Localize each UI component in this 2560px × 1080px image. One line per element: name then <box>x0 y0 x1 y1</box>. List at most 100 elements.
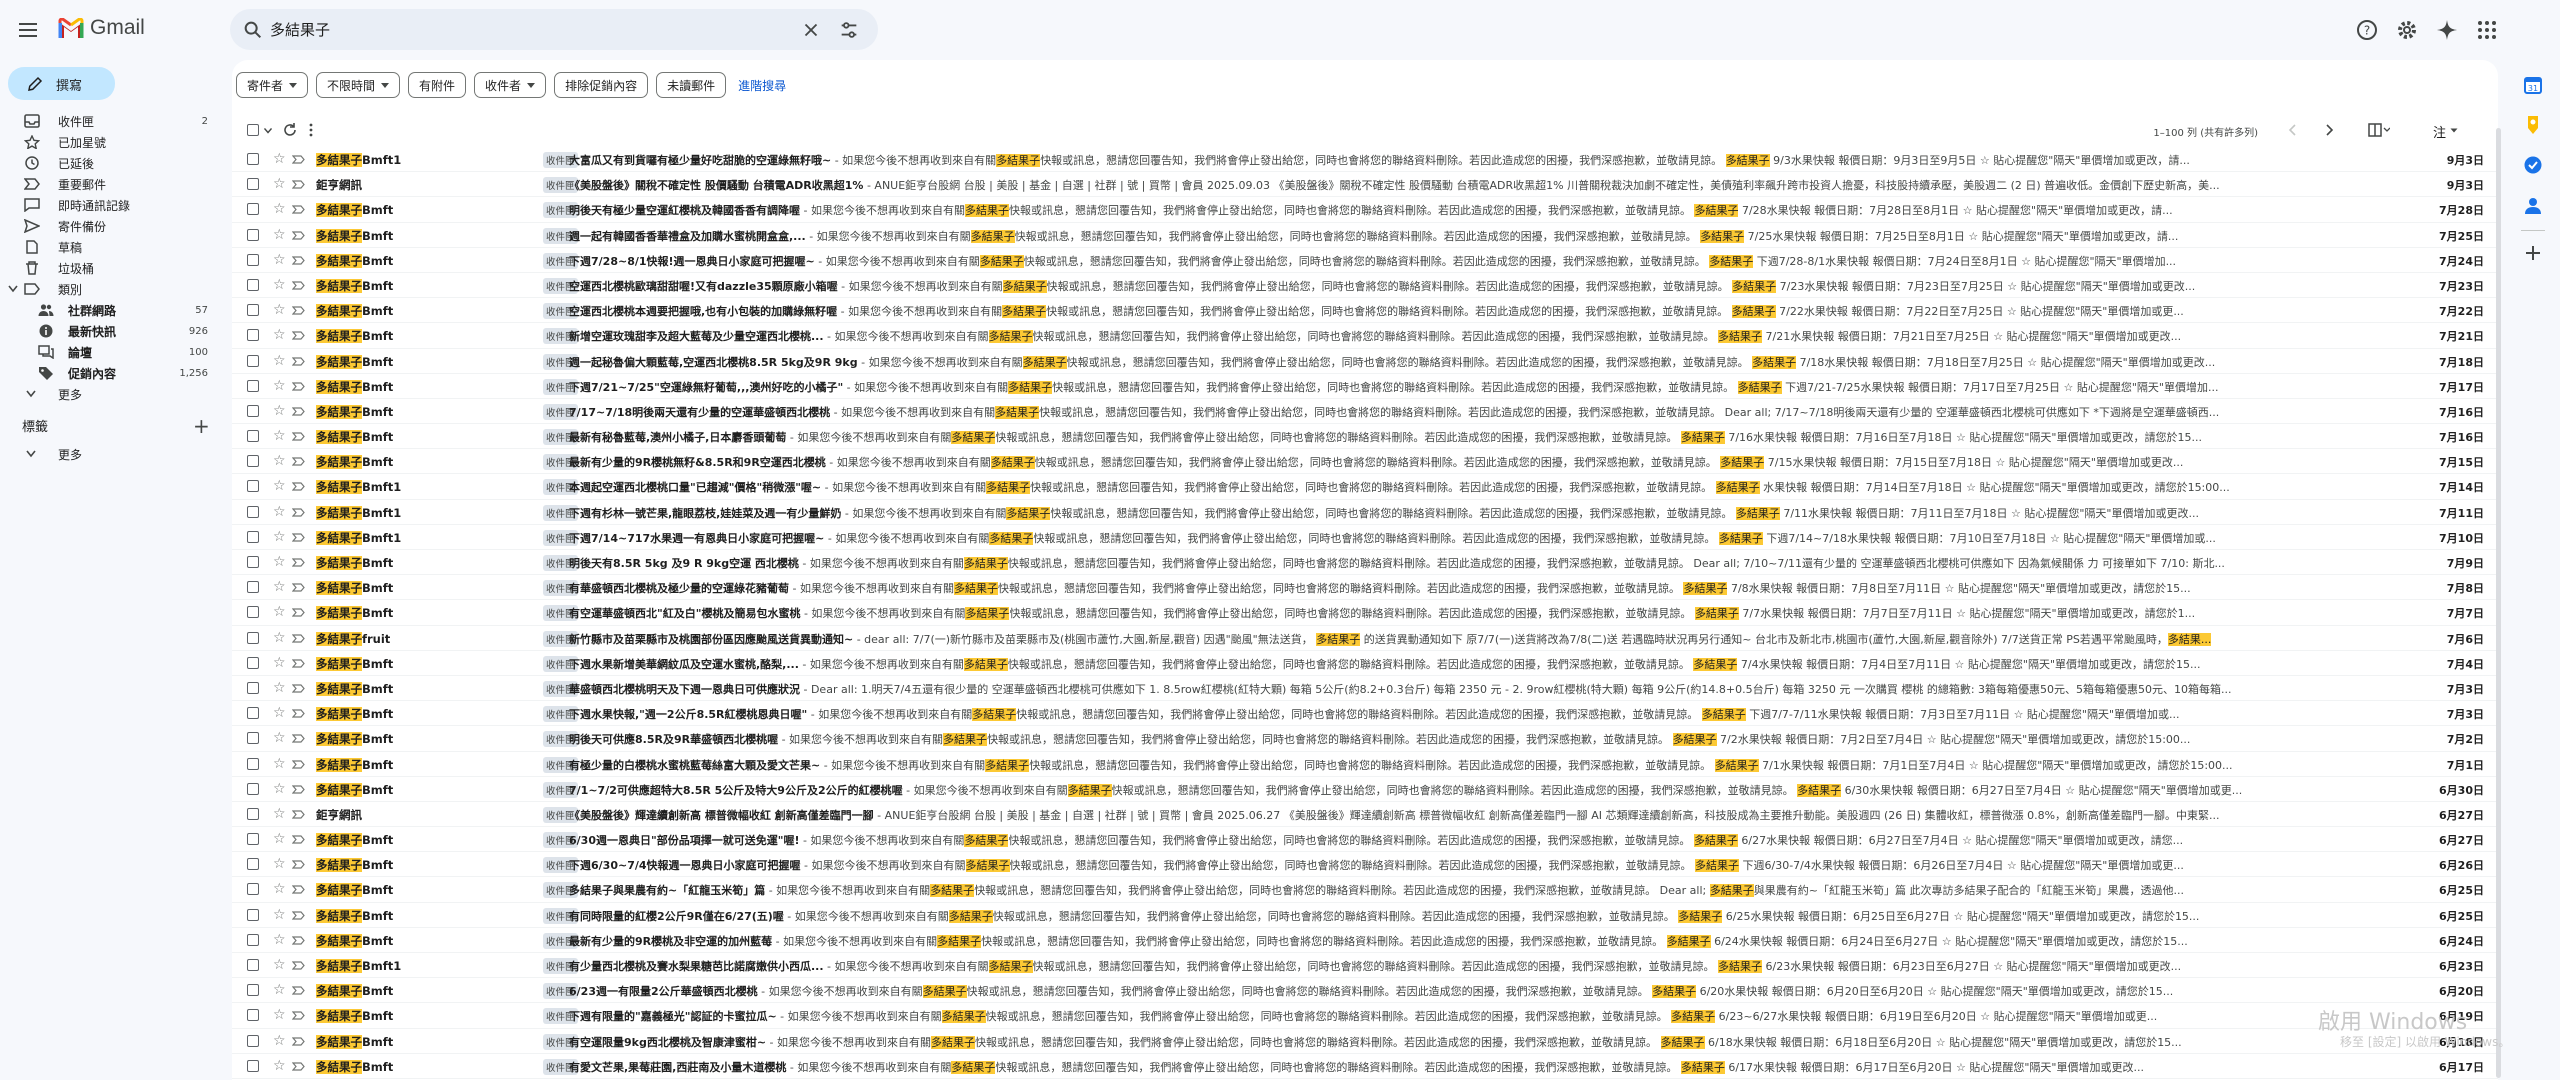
important-marker-icon[interactable] <box>292 860 305 869</box>
important-marker-icon[interactable] <box>292 1036 305 1046</box>
star-icon[interactable]: ☆ <box>273 855 286 873</box>
star-icon[interactable]: ☆ <box>273 956 286 974</box>
important-marker-icon[interactable] <box>292 659 305 668</box>
table-row[interactable]: ☆ 多結果子Bmft 收件匣 華盛頓西北櫻桃明天及下週一恩典日可供應狀況 - Dear… <box>232 676 2498 702</box>
star-icon[interactable]: ☆ <box>273 251 286 269</box>
important-marker-icon[interactable] <box>292 684 305 693</box>
star-icon[interactable]: ☆ <box>273 654 286 672</box>
star-icon[interactable]: ☆ <box>273 1032 286 1050</box>
row-checkbox[interactable] <box>247 480 259 493</box>
row-checkbox[interactable] <box>247 556 259 568</box>
star-icon[interactable]: ☆ <box>273 679 286 697</box>
star-icon[interactable]: ☆ <box>273 352 286 370</box>
chip-any-time[interactable]: 不限時間 <box>316 72 401 98</box>
calendar-icon[interactable]: 31 <box>2523 75 2543 95</box>
important-marker-icon[interactable] <box>292 583 305 592</box>
star-icon[interactable]: ☆ <box>273 1006 286 1024</box>
table-row[interactable]: ☆ 多結果子Bmft 收件匣 有空運華盛頓西北"紅及白"櫻桃及簡易包水蜜桃 - 如果您… <box>232 600 2498 626</box>
table-row[interactable]: ☆ 多結果子Bmft1 收件匣 下週有杉林一號芒果,龍眼荔枝,娃娃菜及週一有少量鮮奶 … <box>232 500 2498 525</box>
sidebar-item-snoozed[interactable]: 已延後 <box>0 153 224 173</box>
star-icon[interactable]: ☆ <box>273 528 286 546</box>
apps-grid-icon[interactable] <box>2475 16 2499 44</box>
table-row[interactable]: ☆ 多結果子Bmft 收件匣 空運西北櫻桃歐璃甜甜喔!又有dazzle35顆原廠小箱喔… <box>232 273 2498 299</box>
table-row[interactable]: ☆ 多結果子Bmft1 收件匣 本週起空運西北櫻桃口量"已趨減"價格"稍微漲"喔~ -… <box>232 474 2498 500</box>
row-checkbox[interactable] <box>247 354 259 367</box>
table-row[interactable]: ☆ 多結果子Bmft 收件匣 下週7/28~8/1快報!週一恩典日小家庭可把握喔~ -… <box>232 248 2498 273</box>
row-checkbox[interactable] <box>247 203 259 216</box>
tasks-icon[interactable] <box>2523 155 2543 175</box>
sidebar-item-categories[interactable]: 類別 <box>0 279 224 299</box>
important-marker-icon[interactable] <box>292 633 305 643</box>
sidebar-item-drafts[interactable]: 草稿 <box>0 237 224 257</box>
help-icon[interactable]: ? <box>2355 16 2379 44</box>
important-marker-icon[interactable] <box>292 382 305 391</box>
table-row[interactable]: ☆ 多結果子fruit 收件匣 新竹縣市及苗栗縣市及桃園部份區因應颱風送貨異動通知~ … <box>232 626 2498 651</box>
table-row[interactable]: ☆ 多結果子Bmft 收件匣 週一起秘魯偏大顆藍莓,空運西北櫻桃8.5R 5kg及9R… <box>232 349 2498 374</box>
table-row[interactable]: ☆ 鉅亨網訊 收件匣 《美股盤後》輝達續創新高 標普微幅收紅 創新高僅差臨門一腳 - … <box>232 802 2498 828</box>
chevron-left-icon[interactable] <box>2288 124 2298 136</box>
important-marker-icon[interactable] <box>292 256 305 265</box>
important-marker-icon[interactable] <box>292 306 305 315</box>
table-row[interactable]: ☆ 多結果子Bmft 收件匣 下週6/30~7/4快報週一恩典日小家庭可把握喔 - 如… <box>232 852 2498 878</box>
row-checkbox[interactable] <box>247 933 259 946</box>
table-row[interactable]: ☆ 多結果子Bmft 收件匣 週一起有韓國香香華禮盒及加購水蜜桃開盒盒,... - 如… <box>232 223 2498 248</box>
table-row[interactable]: ☆ 多結果子Bmft 收件匣 下週水果新增美華網紋瓜及空運水蜜桃,酪梨,... - 如… <box>232 651 2498 676</box>
search-input[interactable] <box>270 20 770 38</box>
table-row[interactable]: ☆ 多結果子Bmft 收件匣 最新有秘魯藍莓,澳州小橘子,日本麝香頭葡萄 - 如果您今… <box>232 424 2498 450</box>
important-marker-icon[interactable] <box>292 1062 305 1071</box>
chip-from[interactable]: 寄件者 <box>236 72 309 98</box>
sidebar-item-forums[interactable]: 論壇 100 <box>0 342 224 362</box>
star-icon[interactable]: ☆ <box>273 981 286 999</box>
important-marker-icon[interactable] <box>292 936 305 945</box>
keep-icon[interactable] <box>2523 115 2543 135</box>
star-icon[interactable]: ☆ <box>273 830 286 848</box>
sidebar-item-inbox[interactable]: 收件匣 2 <box>0 111 224 131</box>
table-row[interactable]: ☆ 多結果子Bmft 收件匣 有極少量的白櫻桃水蜜桃藍莓絲富大顆及愛文芒果~ - 如果… <box>232 752 2498 777</box>
row-checkbox[interactable] <box>247 681 259 694</box>
row-checkbox[interactable] <box>247 153 259 165</box>
important-marker-icon[interactable] <box>292 482 305 492</box>
row-checkbox[interactable] <box>247 656 259 669</box>
important-marker-icon[interactable] <box>292 508 305 517</box>
row-checkbox[interactable] <box>247 253 259 266</box>
table-row[interactable]: ☆ 多結果子Bmft 收件匣 明後天有極少量空運紅櫻桃及韓國香香有調降喔 - 如果您今… <box>232 197 2498 223</box>
chevron-down-icon[interactable] <box>2450 128 2458 134</box>
important-marker-icon[interactable] <box>292 230 305 240</box>
search-options-icon[interactable] <box>838 19 860 41</box>
important-marker-icon[interactable] <box>292 986 305 995</box>
important-marker-icon[interactable] <box>292 835 305 844</box>
chip-exclude-promotions[interactable]: 排除促銷內容 <box>554 72 649 98</box>
chevron-right-icon[interactable] <box>2324 124 2334 136</box>
chip-has-attachment[interactable]: 有附件 <box>408 72 467 98</box>
sidebar-item-promotions[interactable]: 促銷內容 1,256 <box>0 363 224 383</box>
important-marker-icon[interactable] <box>292 961 305 970</box>
row-checkbox[interactable] <box>247 178 259 191</box>
table-row[interactable]: ☆ 多結果子Bmft 收件匣 下週7/21~7/25"空運綠無籽葡萄,,,澳州好吃的小… <box>232 374 2498 399</box>
select-all-checkbox[interactable] <box>247 124 259 136</box>
star-icon[interactable]: ☆ <box>273 931 286 949</box>
row-checkbox[interactable] <box>247 304 259 317</box>
table-row[interactable]: ☆ 多結果子Bmft 收件匣 6/23週一有限量2公斤華盛頓西北櫻桃 - 如果您今後不… <box>232 978 2498 1004</box>
table-row[interactable]: ☆ 多結果子Bmft 收件匣 下週有限量的"嘉義極光"認証的卡蜜拉瓜~ - 如果您今後… <box>232 1003 2498 1029</box>
important-marker-icon[interactable] <box>292 734 305 743</box>
table-row[interactable]: ☆ 多結果子Bmft 收件匣 6/30週一恩典日"部份品項擇一就可送免運"喔! - 如… <box>232 827 2498 853</box>
table-row[interactable]: ☆ 多結果子Bmft 收件匣 有空運限量9kg西北櫻桃及智康津蜜柑~ - 如果您今後不… <box>232 1029 2498 1054</box>
important-marker-icon[interactable] <box>292 331 305 340</box>
chevron-down-icon[interactable] <box>264 128 272 134</box>
important-marker-icon[interactable] <box>292 356 305 366</box>
row-checkbox[interactable] <box>247 379 259 392</box>
row-checkbox[interactable] <box>247 908 259 921</box>
important-marker-icon[interactable] <box>292 608 305 617</box>
clear-search-icon[interactable] <box>800 19 822 41</box>
settings-gear-icon[interactable] <box>2395 16 2419 44</box>
important-marker-icon[interactable] <box>292 885 305 895</box>
table-row[interactable]: ☆ 多結果子Bmft1 收件匣 下週7/14~717水果週一有恩典日小家庭可把握喔~ … <box>232 525 2498 550</box>
sidebar-item-starred[interactable]: 已加星號 <box>0 132 224 152</box>
important-marker-icon[interactable] <box>292 533 305 542</box>
row-checkbox[interactable] <box>247 807 259 820</box>
row-checkbox[interactable] <box>247 228 259 241</box>
star-icon[interactable]: ☆ <box>273 452 286 470</box>
chip-to[interactable]: 收件者 <box>474 72 547 98</box>
gmail-logo[interactable]: Gmail <box>58 16 145 40</box>
star-icon[interactable]: ☆ <box>273 704 286 722</box>
